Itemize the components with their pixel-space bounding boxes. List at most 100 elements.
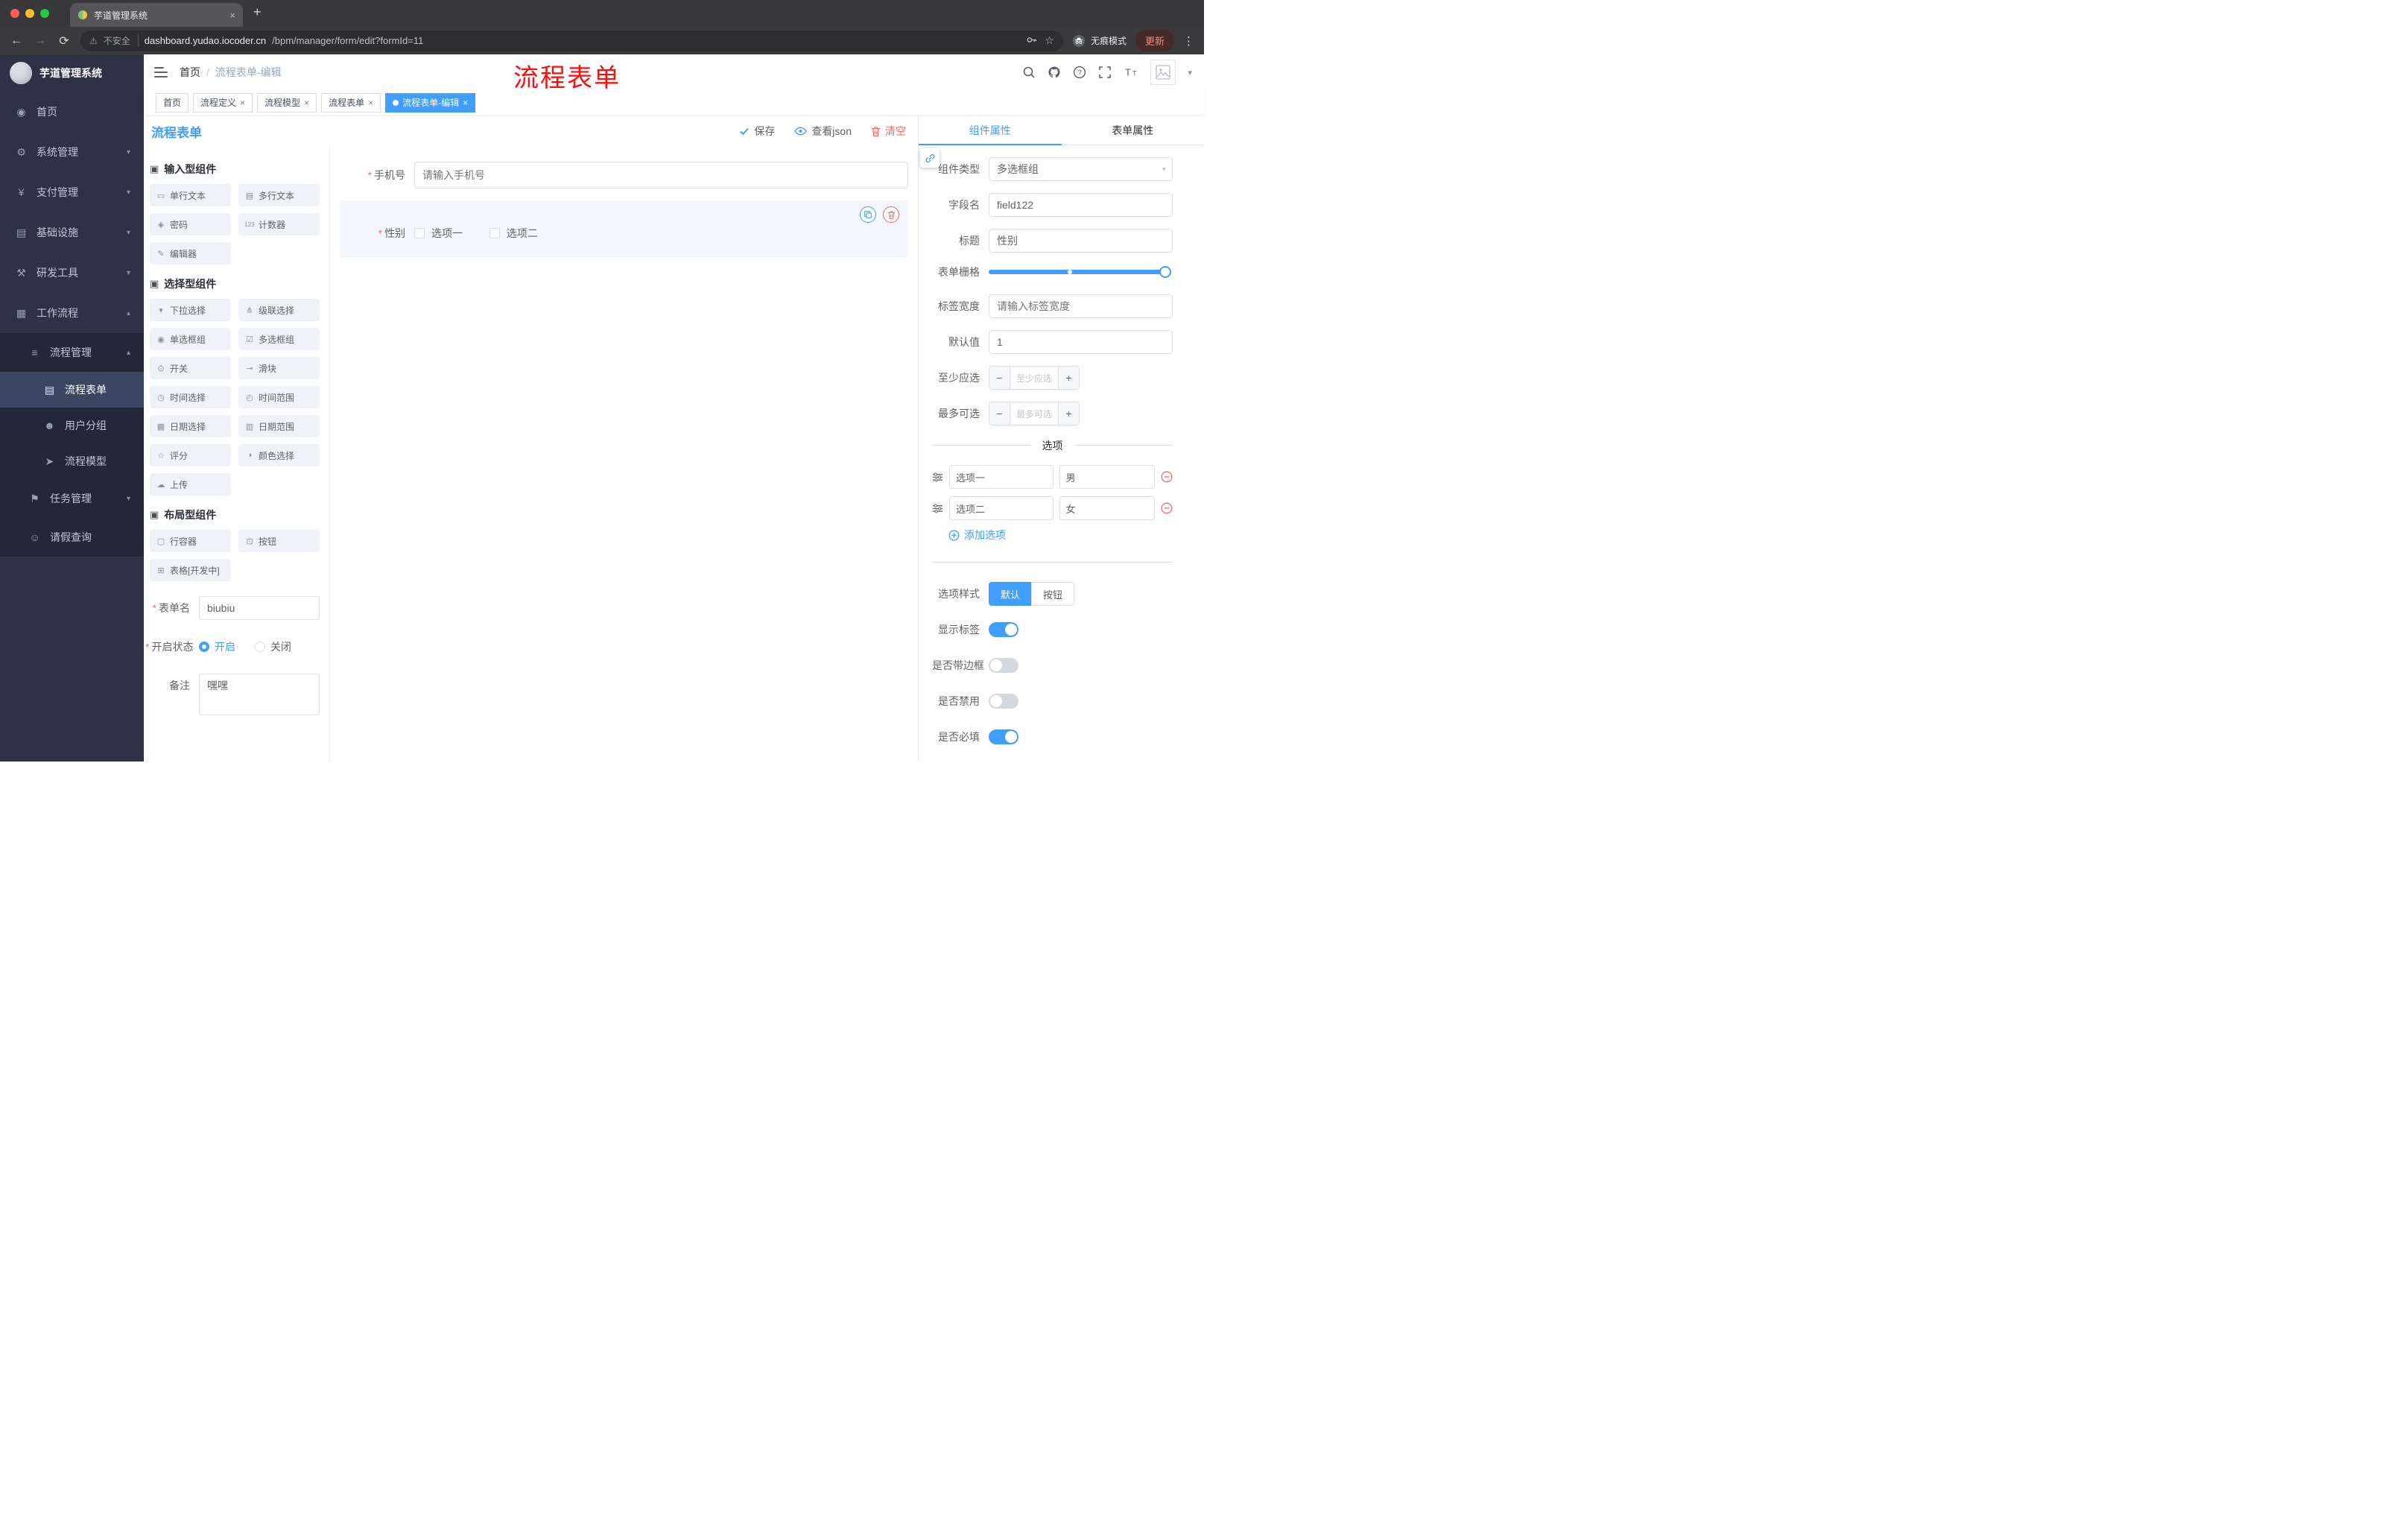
min-select-value[interactable]: 至少应选 bbox=[1010, 367, 1058, 389]
stepper-decrease-button[interactable]: − bbox=[989, 367, 1010, 389]
gender-option-2-checkbox[interactable]: 选项二 bbox=[489, 226, 538, 241]
palette-item-upload[interactable]: ☁ 上传 bbox=[150, 473, 231, 495]
browser-menu-icon[interactable]: ⋮ bbox=[1183, 34, 1195, 48]
drag-handle-icon[interactable] bbox=[932, 504, 943, 513]
style-default-button[interactable]: 默认 bbox=[989, 582, 1032, 606]
save-button[interactable]: 保存 bbox=[739, 124, 775, 139]
stepper-increase-button[interactable]: + bbox=[1058, 402, 1079, 425]
copy-widget-button[interactable] bbox=[860, 206, 876, 223]
form-grid-slider[interactable] bbox=[989, 266, 1171, 278]
style-button-button[interactable]: 按钮 bbox=[1031, 582, 1075, 606]
form-remark-textarea[interactable]: 嘿嘿 bbox=[199, 674, 320, 715]
sidebar-item-leave-query[interactable]: ☺ 请假查询 bbox=[0, 518, 144, 557]
palette-item-select[interactable]: ▾ 下拉选择 bbox=[150, 299, 231, 321]
sidebar-item-infrastructure[interactable]: ▤ 基础设施 ▾ bbox=[0, 212, 144, 253]
option-1-value-input[interactable] bbox=[1059, 465, 1155, 489]
view-tab-process-definition[interactable]: 流程定义 × bbox=[193, 92, 253, 113]
link-icon[interactable] bbox=[920, 148, 940, 168]
sidebar-item-process-management[interactable]: ≡ 流程管理 ▴ bbox=[0, 333, 144, 372]
view-tab-home[interactable]: 首页 bbox=[156, 92, 189, 113]
search-icon[interactable] bbox=[1022, 66, 1036, 79]
view-tab-process-model[interactable]: 流程模型 × bbox=[257, 92, 317, 113]
palette-item-rate[interactable]: ☆ 评分 bbox=[150, 444, 231, 466]
url-bar[interactable]: ⚠ 不安全 dashboard.yudao.iocoder.cn /bpm/ma… bbox=[80, 30, 1063, 51]
show-label-switch[interactable] bbox=[989, 622, 1018, 637]
sidebar-item-process-form[interactable]: ▤ 流程表单 bbox=[0, 372, 144, 408]
palette-item-switch[interactable]: ⊙ 开关 bbox=[150, 357, 231, 379]
tab-close-icon[interactable]: × bbox=[463, 98, 468, 108]
tab-form-properties[interactable]: 表单属性 bbox=[1062, 115, 1205, 145]
palette-item-counter[interactable]: 123 计数器 bbox=[238, 213, 320, 235]
drag-handle-icon[interactable] bbox=[932, 472, 943, 482]
option-2-value-input[interactable] bbox=[1059, 496, 1155, 520]
disabled-switch[interactable] bbox=[989, 694, 1018, 709]
palette-item-cascader[interactable]: ⋔ 级联选择 bbox=[238, 299, 320, 321]
view-tab-process-form[interactable]: 流程表单 × bbox=[321, 92, 381, 113]
sidebar-item-home[interactable]: ◉ 首页 bbox=[0, 92, 144, 132]
palette-item-time-picker[interactable]: ◷ 时间选择 bbox=[150, 386, 231, 408]
title-input[interactable] bbox=[989, 229, 1173, 253]
browser-tab[interactable]: 芋道管理系统 × bbox=[70, 3, 243, 27]
tab-component-properties[interactable]: 组件属性 bbox=[919, 115, 1062, 145]
tab-close-icon[interactable]: × bbox=[240, 98, 245, 108]
view-tab-process-form-edit[interactable]: 流程表单-编辑 × bbox=[385, 92, 476, 113]
palette-item-button[interactable]: ⊡ 按钮 bbox=[238, 530, 320, 552]
status-on-radio[interactable]: 开启 bbox=[199, 635, 235, 659]
required-switch[interactable] bbox=[989, 729, 1018, 744]
phone-input[interactable] bbox=[414, 162, 908, 189]
palette-item-editor[interactable]: ✎ 编辑器 bbox=[150, 242, 231, 265]
avatar[interactable] bbox=[1150, 60, 1176, 85]
palette-item-checkbox-group[interactable]: ☑ 多选框组 bbox=[238, 328, 320, 350]
sidebar-item-user-group[interactable]: ☻ 用户分组 bbox=[0, 408, 144, 443]
help-icon[interactable]: ? bbox=[1073, 66, 1086, 79]
palette-item-date-range[interactable]: ▥ 日期范围 bbox=[238, 415, 320, 437]
remove-option-button[interactable] bbox=[1161, 471, 1173, 483]
tab-close-icon[interactable]: × bbox=[304, 98, 309, 108]
form-name-input[interactable] bbox=[199, 596, 320, 620]
stepper-decrease-button[interactable]: − bbox=[989, 402, 1010, 425]
forward-icon[interactable]: → bbox=[33, 34, 48, 48]
remove-option-button[interactable] bbox=[1161, 502, 1173, 514]
reload-icon[interactable]: ⟳ bbox=[57, 34, 72, 48]
hamburger-icon[interactable] bbox=[154, 67, 168, 77]
border-switch[interactable] bbox=[989, 658, 1018, 673]
fullscreen-icon[interactable] bbox=[1098, 66, 1112, 79]
delete-widget-button[interactable] bbox=[883, 206, 899, 223]
palette-item-slider[interactable]: ⊸ 滑块 bbox=[238, 357, 320, 379]
sidebar-item-process-model[interactable]: ➤ 流程模型 bbox=[0, 443, 144, 479]
tab-close-icon[interactable]: × bbox=[229, 10, 235, 21]
field-name-input[interactable] bbox=[989, 193, 1173, 217]
view-json-button[interactable]: 查看json bbox=[794, 124, 852, 139]
option-1-label-input[interactable] bbox=[949, 465, 1054, 489]
stepper-increase-button[interactable]: + bbox=[1058, 367, 1079, 389]
sidebar-item-workflow[interactable]: ▦ 工作流程 ▴ bbox=[0, 293, 144, 333]
tab-close-icon[interactable]: × bbox=[368, 98, 373, 108]
sidebar-item-task-management[interactable]: ⚑ 任务管理 ▾ bbox=[0, 479, 144, 518]
status-off-radio[interactable]: 关闭 bbox=[254, 635, 291, 659]
back-icon[interactable]: ← bbox=[9, 34, 24, 48]
minimize-window-button[interactable] bbox=[25, 9, 34, 18]
gender-option-1-checkbox[interactable]: 选项一 bbox=[414, 226, 463, 241]
palette-item-row-container[interactable]: ▢ 行容器 bbox=[150, 530, 231, 552]
palette-item-table[interactable]: ⊞ 表格[开发中] bbox=[150, 559, 231, 581]
sidebar-item-dev-tools[interactable]: ⚒ 研发工具 ▾ bbox=[0, 253, 144, 293]
component-type-select[interactable]: 多选框组 ▾ bbox=[989, 157, 1173, 181]
password-key-icon[interactable] bbox=[1026, 34, 1037, 48]
max-select-value[interactable]: 最多可选 bbox=[1010, 402, 1058, 425]
palette-item-radio-group[interactable]: ◉ 单选框组 bbox=[150, 328, 231, 350]
sidebar-item-system[interactable]: ⚙ 系统管理 ▾ bbox=[0, 132, 144, 172]
selected-widget-gender[interactable]: * 性别 选项一 选项二 bbox=[340, 200, 908, 257]
security-label[interactable]: 不安全 bbox=[104, 34, 139, 47]
avatar-caret-icon[interactable]: ▾ bbox=[1188, 68, 1192, 77]
slider-handle[interactable] bbox=[1159, 266, 1171, 278]
sidebar-item-payment[interactable]: ¥ 支付管理 ▾ bbox=[0, 172, 144, 212]
update-button[interactable]: 更新 bbox=[1135, 30, 1174, 51]
option-2-label-input[interactable] bbox=[949, 496, 1054, 520]
label-width-input[interactable] bbox=[989, 294, 1173, 318]
palette-item-date-picker[interactable]: ▦ 日期选择 bbox=[150, 415, 231, 437]
palette-item-single-line-text[interactable]: ▭ 单行文本 bbox=[150, 184, 231, 206]
checkbox-box[interactable] bbox=[489, 228, 500, 238]
phone-field-row[interactable]: * 手机号 bbox=[340, 162, 908, 189]
default-value-input[interactable] bbox=[989, 330, 1173, 354]
new-tab-button[interactable]: + bbox=[253, 4, 262, 20]
